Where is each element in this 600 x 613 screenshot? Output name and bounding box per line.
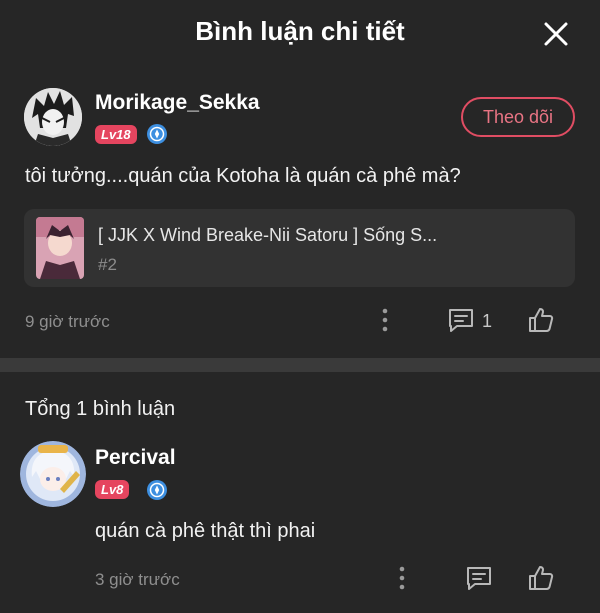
- reply-level-badge: Lv8: [95, 480, 130, 499]
- story-cover: [36, 217, 84, 279]
- username[interactable]: Morikage_Sekka: [95, 91, 260, 115]
- comment-time: 9 giờ trước: [25, 312, 110, 331]
- total-comments-label: Tổng 1 bình luận: [25, 398, 176, 420]
- like-icon[interactable]: [527, 564, 555, 592]
- story-title: [ JJK X Wind Breake-Nii Satoru ] Sống S.…: [98, 225, 438, 245]
- section-divider: [0, 358, 600, 372]
- reply-count: 1: [482, 311, 493, 331]
- level-badge: Lv18: [95, 125, 137, 144]
- reply-time: 3 giờ trước: [95, 570, 180, 589]
- reply-username[interactable]: Percival: [95, 446, 176, 470]
- close-button[interactable]: [536, 14, 576, 54]
- close-icon: [544, 22, 568, 46]
- follow-button[interactable]: Theo dõi: [461, 97, 575, 137]
- story-chapter: #2: [98, 255, 117, 274]
- verified-icon: [147, 124, 167, 144]
- reply-avatar[interactable]: [20, 441, 86, 507]
- page-title: Bình luận chi tiết: [195, 16, 405, 46]
- more-icon[interactable]: [397, 565, 407, 591]
- more-icon[interactable]: [380, 307, 390, 333]
- comment-icon[interactable]: [465, 565, 493, 591]
- comment-text: tôi tưởng....quán của Kotoha là quán cà …: [25, 165, 461, 187]
- comment-icon[interactable]: [447, 307, 475, 333]
- like-icon[interactable]: [527, 306, 555, 334]
- verified-icon: [147, 480, 167, 500]
- avatar[interactable]: [24, 88, 82, 146]
- story-card[interactable]: [ JJK X Wind Breake-Nii Satoru ] Sống S.…: [24, 209, 575, 287]
- reply-text: quán cà phê thật thì phai: [95, 520, 316, 542]
